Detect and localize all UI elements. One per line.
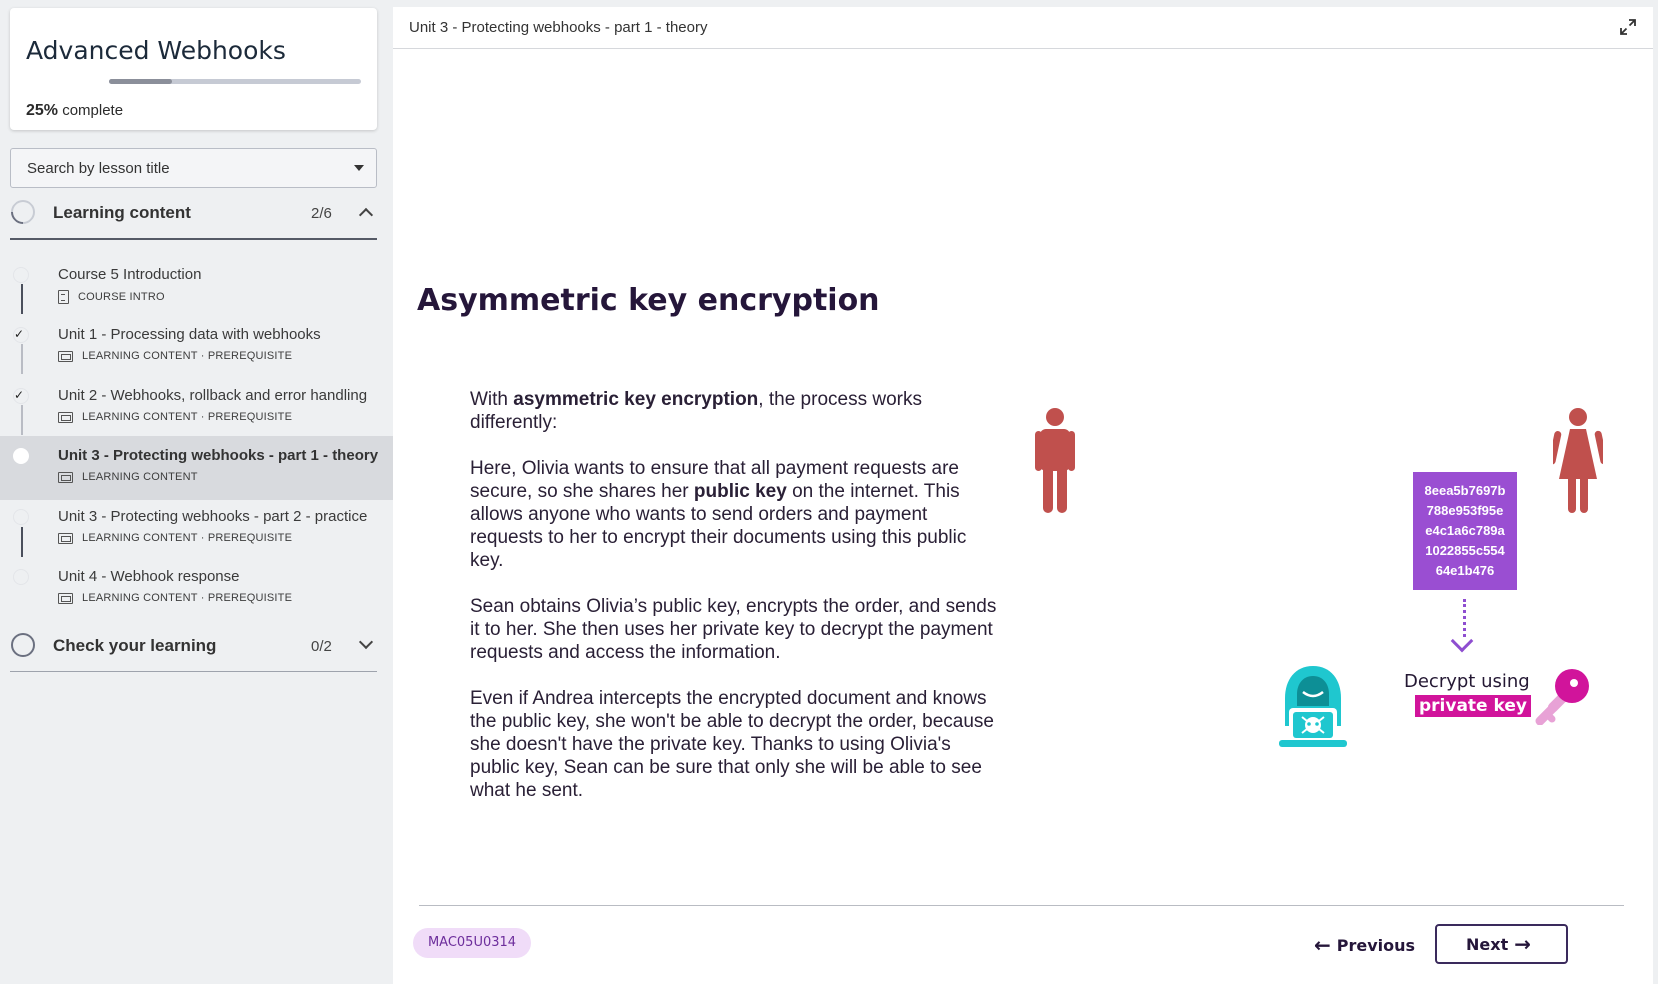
footer-divider [419,905,1624,906]
lesson-meta-text: COURSE INTRO [78,291,165,303]
section-divider [10,671,377,672]
chevron-down-icon[interactable] [358,634,374,650]
lesson-meta: LEARNING CONTENT · PREREQUISITE [58,592,292,604]
section-title: Learning content [53,203,191,222]
slides-icon [58,411,73,423]
expand-icon[interactable] [1619,18,1637,36]
chevron-up-icon[interactable] [358,207,374,223]
slides-icon [58,471,73,483]
lesson-item[interactable]: ✓ Unit 2 - Webhooks, rollback and error … [0,376,393,440]
lesson-item[interactable]: Unit 4 - Webhook response LEARNING CONTE… [0,557,393,621]
lesson-meta: LEARNING CONTENT · PREREQUISITE [58,532,292,544]
lesson-search-select[interactable]: Search by lesson title [10,148,377,188]
section-count: 0/2 [311,638,332,655]
man-figure-icon [1035,408,1075,513]
slide-paragraph: With asymmetric key encryption, the proc… [470,388,1000,434]
checkmark-icon: ✓ [14,388,25,402]
arrow-right-icon: → [1514,932,1531,956]
lesson-meta-text: LEARNING CONTENT · PREREQUISITE [82,411,293,423]
lesson-meta: LEARNING CONTENT · PREREQUISITE [58,411,292,423]
decrypt-caption: Decrypt using [1404,671,1530,692]
slides-icon [58,350,73,362]
lesson-meta-text: LEARNING CONTENT · PREREQUISITE [82,592,293,604]
encrypted-text-box: 8eea5b7697b 788e953f95e e4c1a6c789a 1022… [1413,472,1517,590]
slides-icon [58,532,73,544]
course-progress-bar [109,79,361,84]
lesson-item[interactable]: Unit 3 - Protecting webhooks - part 2 - … [0,497,393,561]
cipher-line: 788e953f95e [1426,503,1504,518]
slide-paragraph: Even if Andrea intercepts the encrypted … [470,688,994,801]
lesson-title: Unit 4 - Webhook response [58,568,240,585]
section-header-learning-content[interactable]: Learning content 2/6 [6,188,377,238]
lesson-title: Unit 3 - Protecting webhooks - part 1 - … [58,447,379,464]
status-dot-icon [13,509,29,525]
lesson-meta: LEARNING CONTENT · PREREQUISITE [58,350,292,362]
lesson-meta: LEARNING CONTENT [58,471,198,483]
next-button-label: Next [1466,934,1509,954]
lesson-header-title: Unit 3 - Protecting webhooks - part 1 - … [409,19,708,36]
lesson-title: Course 5 Introduction [58,266,202,283]
private-key-highlight: private key [1415,695,1531,717]
next-button[interactable]: Next → [1435,924,1568,964]
slide-body: With asymmetric key encryption, the proc… [470,388,1000,825]
lesson-item[interactable]: ✓ Unit 1 - Processing data with webhooks… [0,315,393,379]
lesson-item-active[interactable]: Unit 3 - Protecting webhooks - part 1 - … [0,436,393,500]
course-sidebar: Advanced Webhooks 25% complete Search by… [0,0,393,984]
section-header-check-your-learning[interactable]: Check your learning 0/2 [10,621,377,671]
lesson-title: Unit 2 - Webhooks, rollback and error ha… [58,387,368,404]
course-title: Advanced Webhooks [26,36,286,65]
status-dot-icon [13,569,29,585]
arrow-left-icon: ← [1314,933,1331,957]
lesson-title: Unit 1 - Processing data with webhooks [58,326,321,343]
course-card: Advanced Webhooks 25% complete [10,8,377,130]
previous-button-label: Previous [1336,935,1416,955]
text-run: With [470,389,514,410]
course-progress-fill [109,79,172,84]
progress-ring-icon [11,633,35,657]
document-icon [58,290,69,304]
section-count: 2/6 [311,205,332,222]
progress-percent: 25% [26,102,59,119]
arrow-down-icon [1450,629,1474,653]
hacker-icon [1279,666,1347,747]
cipher-line: e4c1a6c789a [1425,523,1505,538]
slide-paragraph: Here, Olivia wants to ensure that all pa… [470,457,1000,572]
cipher-line: 8eea5b7697b [1424,483,1506,498]
woman-figure-icon [1553,408,1603,513]
progress-suffix: complete [62,102,124,119]
lesson-title: Unit 3 - Protecting webhooks - part 2 - … [58,508,368,525]
checkmark-icon: ✓ [14,327,25,341]
lesson-header: Unit 3 - Protecting webhooks - part 1 - … [393,7,1653,49]
cipher-line: 1022855c554 [1425,543,1505,558]
status-dot-icon [13,267,29,283]
slide-paragraph: Sean obtains Olivia’s public key, encryp… [470,596,997,663]
lesson-meta-text: LEARNING CONTENT [82,471,198,483]
status-dot-icon [13,448,29,464]
key-icon [1535,669,1589,725]
section-title: Check your learning [53,636,217,655]
previous-button[interactable]: ← Previous [1308,928,1418,962]
slides-icon [58,592,73,604]
text-run-bold: asymmetric key encryption [513,389,759,410]
text-run-bold: public key [693,481,787,502]
lesson-meta-text: LEARNING CONTENT · PREREQUISITE [82,350,293,362]
progress-ring-icon [6,195,40,229]
cipher-line: 64e1b476 [1435,563,1495,578]
lesson-item[interactable]: Course 5 Introduction COURSE INTRO [0,255,393,319]
course-progress-text: 25% complete [26,102,123,120]
lesson-meta-text: LEARNING CONTENT · PREREQUISITE [82,532,293,544]
caret-down-icon [354,165,364,171]
slide-heading: Asymmetric key encryption [417,283,880,318]
lesson-meta: COURSE INTRO [58,290,165,304]
section-divider [10,238,377,240]
lesson-search-label: Search by lesson title [27,160,170,177]
lesson-viewer: Unit 3 - Protecting webhooks - part 1 - … [393,7,1653,984]
lesson-code-badge: MAC05U0314 [413,928,531,958]
